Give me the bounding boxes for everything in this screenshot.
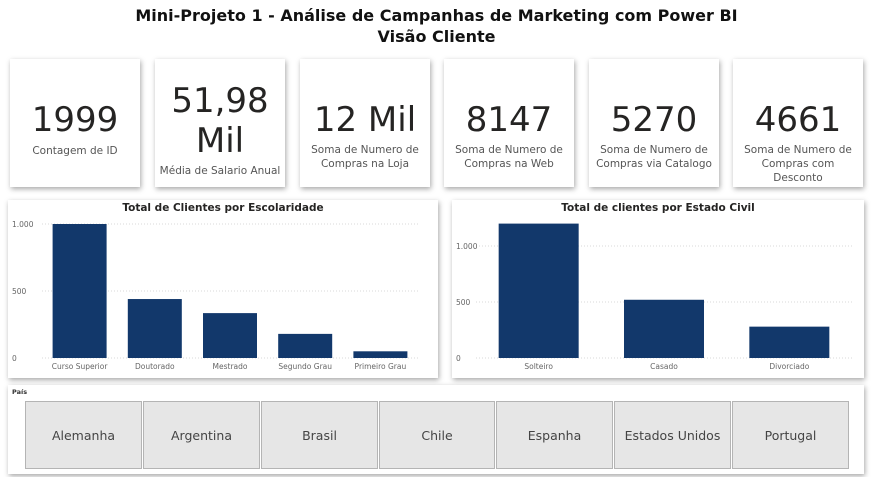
chart-escolaridade: 0 500 1.000 Curso Superior Doutorado Mestrado… <box>12 220 418 371</box>
chart-card-escolaridade[interactable]: Total de Clientes por Escolaridade 0 500 1… <box>8 200 438 378</box>
kpi-card-catalog-purchases[interactable]: 5270 Soma de Numero de Compras via Catal… <box>589 59 719 187</box>
kpi-label-line2: Compras via Catalogo <box>596 158 712 170</box>
x-tick-label: Divorciado <box>769 362 809 371</box>
x-tick-label: Primeiro Grau <box>355 362 407 371</box>
y-tick-label: 1.000 <box>456 242 478 251</box>
kpi-label-line2: Compras na Web <box>464 158 554 170</box>
bar <box>749 326 830 358</box>
slicer-option-brasil[interactable]: Brasil <box>261 401 378 469</box>
kpi-value: 8147 <box>465 100 553 140</box>
bar <box>203 313 257 358</box>
y-tick-label: 0 <box>456 354 461 363</box>
kpi-card-discount-purchases[interactable]: 4661 Soma de Numero de Compras com Desco… <box>733 59 863 187</box>
chart-estado-civil: 0 500 1.000 Solteiro Casado Divorciado <box>456 223 852 371</box>
y-tick-label: 1.000 <box>12 220 34 229</box>
page-title-line1: Mini-Projeto 1 - Análise de Campanhas de… <box>135 6 738 25</box>
x-tick-label: Mestrado <box>213 362 248 371</box>
kpi-label: Contagem de ID <box>32 145 118 157</box>
page-title-line2: Visão Cliente <box>377 27 496 46</box>
bar <box>353 351 408 358</box>
kpi-label-line1: Soma de Numero de <box>311 144 419 156</box>
kpi-value: 5270 <box>610 100 698 140</box>
slicer-option-portugal[interactable]: Portugal <box>732 401 849 469</box>
kpi-label-line1: Soma de Numero de <box>600 144 708 156</box>
slicer-option-estados-unidos[interactable]: Estados Unidos <box>614 401 731 469</box>
kpi-value: 4661 <box>754 100 842 140</box>
y-tick-label: 500 <box>456 298 471 307</box>
bar <box>127 299 182 358</box>
page-title: Mini-Projeto 1 - Análise de Campanhas de… <box>0 5 873 47</box>
kpi-label-line2: Compras na Loja <box>320 158 410 170</box>
kpi-card-store-purchases[interactable]: 12 Mil Soma de Numero de Compras na Loja <box>300 59 430 187</box>
kpi-value: 1999 <box>31 100 119 140</box>
kpi-card-count-id[interactable]: 1999 Contagem de ID <box>10 59 140 187</box>
slicer-option-chile[interactable]: Chile <box>379 401 495 469</box>
kpi-value: 12 Mil <box>313 100 417 140</box>
chart-card-estado-civil[interactable]: Total de clientes por Estado Civil 0 500 1… <box>452 200 864 378</box>
x-tick-label: Curso Superior <box>52 362 109 371</box>
kpi-card-web-purchases[interactable]: 8147 Soma de Numero de Compras na Web <box>444 59 574 187</box>
slicer-option-espanha[interactable]: Espanha <box>496 401 613 469</box>
kpi-label-line1: Soma de Numero de <box>744 144 852 156</box>
slicer-option-argentina[interactable]: Argentina <box>143 401 260 469</box>
bar <box>52 224 107 358</box>
bar <box>278 333 333 358</box>
kpi-label-line2: Compras com Desconto <box>761 158 835 184</box>
y-tick-label: 500 <box>12 287 27 296</box>
y-tick-label: 0 <box>12 354 17 363</box>
x-tick-label: Casado <box>650 362 678 371</box>
x-tick-label: Solteiro <box>524 362 553 371</box>
kpi-label-line1: Soma de Numero de <box>455 144 563 156</box>
kpi-value-line2: Mil <box>195 121 245 161</box>
kpi-value-line1: 51,98 <box>171 81 269 121</box>
x-tick-label: Segundo Grau <box>278 362 332 371</box>
bar <box>624 299 704 358</box>
x-tick-label: Doutorado <box>135 362 175 371</box>
kpi-label: Média de Salario Anual <box>159 165 281 177</box>
slicer-option-alemanha[interactable]: Alemanha <box>25 401 142 469</box>
slicer-title: País <box>12 388 28 396</box>
bar <box>498 223 579 358</box>
kpi-card-avg-salary[interactable]: 51,98 Mil Média de Salario Anual <box>155 59 285 187</box>
